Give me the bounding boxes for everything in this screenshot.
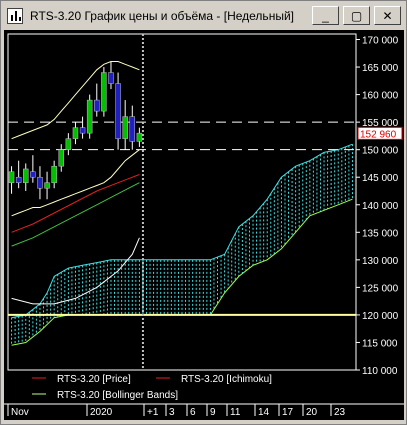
candle-body [79, 127, 86, 134]
candle-body [30, 171, 36, 178]
candle [30, 155, 36, 183]
candle-body [115, 83, 121, 139]
time-tick-label: 17 [282, 407, 294, 418]
candle-body [23, 168, 29, 183]
candle [15, 160, 22, 189]
candle-body [136, 132, 143, 142]
legend-label: RTS-3.20 [Price] [57, 374, 131, 385]
candle [129, 105, 136, 150]
price-line [11, 174, 140, 233]
candle [79, 116, 86, 139]
chart-area[interactable]: 170 000 165 000 160 000 155 000 150 000 145 0… [4, 30, 404, 420]
candle [44, 171, 50, 200]
candle-body [8, 171, 15, 183]
price-tick-label: 170 000 [362, 36, 399, 47]
legend: RTS-3.20 [Price] RTS-3.20 [Ichimoku]RTS-3… [32, 374, 272, 401]
candle [58, 144, 65, 172]
candle [115, 72, 121, 150]
price-tick-label: 120 000 [362, 311, 399, 322]
bollinger-lower-ext [11, 182, 140, 247]
price-tick-label: 135 000 [362, 228, 399, 239]
price-tick-label: 165 000 [362, 63, 399, 74]
price-axis: 170 000165 000160 000155 000150 000145 0… [356, 36, 403, 377]
time-tick-label: 6 [190, 407, 196, 418]
price-tick-label: 125 000 [362, 283, 399, 294]
price-tick-label: 110 000 [362, 366, 398, 377]
plot-frame [7, 33, 357, 371]
candle-body [65, 138, 72, 150]
candle [8, 166, 15, 194]
time-tick-label: 11 [230, 407, 241, 418]
chart-app-icon [7, 8, 23, 24]
candle-body [58, 149, 65, 167]
time-tick-label: 23 [334, 407, 346, 418]
candle-body [86, 99, 93, 134]
price-tick-label: 115 000 [362, 338, 398, 349]
legend-label: RTS-3.20 [Ichimoku] [181, 374, 272, 385]
time-tick-label: 20 [306, 407, 318, 418]
candle [37, 166, 43, 200]
restore-button[interactable]: ▢ [343, 6, 370, 25]
legend-item: RTS-3.20 [Bollinger Bands] [32, 390, 178, 401]
candle-body [101, 72, 107, 112]
candle [108, 61, 114, 90]
bollinger-lower [11, 149, 140, 217]
candle [101, 67, 107, 117]
cloud-top-line [11, 143, 353, 319]
price-tick-label: 130 000 [362, 256, 399, 267]
window-title: RTS-3.20 График цены и объёма - [Недельн… [30, 9, 294, 23]
time-tick-label: 9 [210, 407, 216, 418]
candle [72, 122, 79, 145]
plot-area[interactable] [7, 33, 357, 371]
time-tick-label: +1 [147, 407, 159, 418]
time-tick-label: 3 [169, 407, 175, 418]
time-tick-label: Nov [11, 407, 29, 418]
legend-item: RTS-3.20 [Ichimoku] [156, 374, 272, 385]
price-tick-label: 145 000 [362, 173, 399, 184]
chart-svg[interactable]: 170 000165 000160 000155 000150 000145 0… [4, 30, 404, 420]
close-button[interactable]: ✕ [374, 6, 401, 25]
legend-item: RTS-3.20 [Price] [32, 374, 131, 385]
candle-body [15, 176, 22, 183]
candle [86, 94, 93, 139]
minimize-button[interactable]: _ [312, 6, 339, 25]
candle-body [94, 99, 100, 112]
title-bar[interactable]: RTS-3.20 График цены и объёма - [Недельн… [2, 2, 405, 29]
time-tick-label: 14 [258, 407, 270, 418]
candle-body [108, 72, 114, 84]
current-price-label: 152 960 [360, 129, 397, 140]
candle [122, 100, 128, 150]
candle [65, 133, 72, 156]
candle-body [72, 127, 79, 139]
price-tick-label: 160 000 [362, 91, 399, 102]
chart-window: RTS-3.20 График цены и объёма - [Недельн… [0, 0, 407, 425]
candle-body [44, 182, 50, 189]
candle [23, 163, 29, 191]
candle-body [37, 176, 43, 189]
candle [94, 83, 100, 117]
time-axis: Nov 2020 +1 3 6 9 11 14 17 20 23 [4, 403, 404, 418]
candle [136, 127, 143, 147]
candle-body [129, 116, 136, 142]
time-tick-label: 2020 [90, 407, 113, 418]
price-tick-label: 140 000 [362, 201, 399, 212]
candle-body [51, 165, 57, 183]
candle-body [122, 116, 128, 139]
candle [51, 160, 57, 189]
price-tick-label: 150 000 [362, 146, 399, 157]
legend-label: RTS-3.20 [Bollinger Bands] [57, 390, 178, 401]
